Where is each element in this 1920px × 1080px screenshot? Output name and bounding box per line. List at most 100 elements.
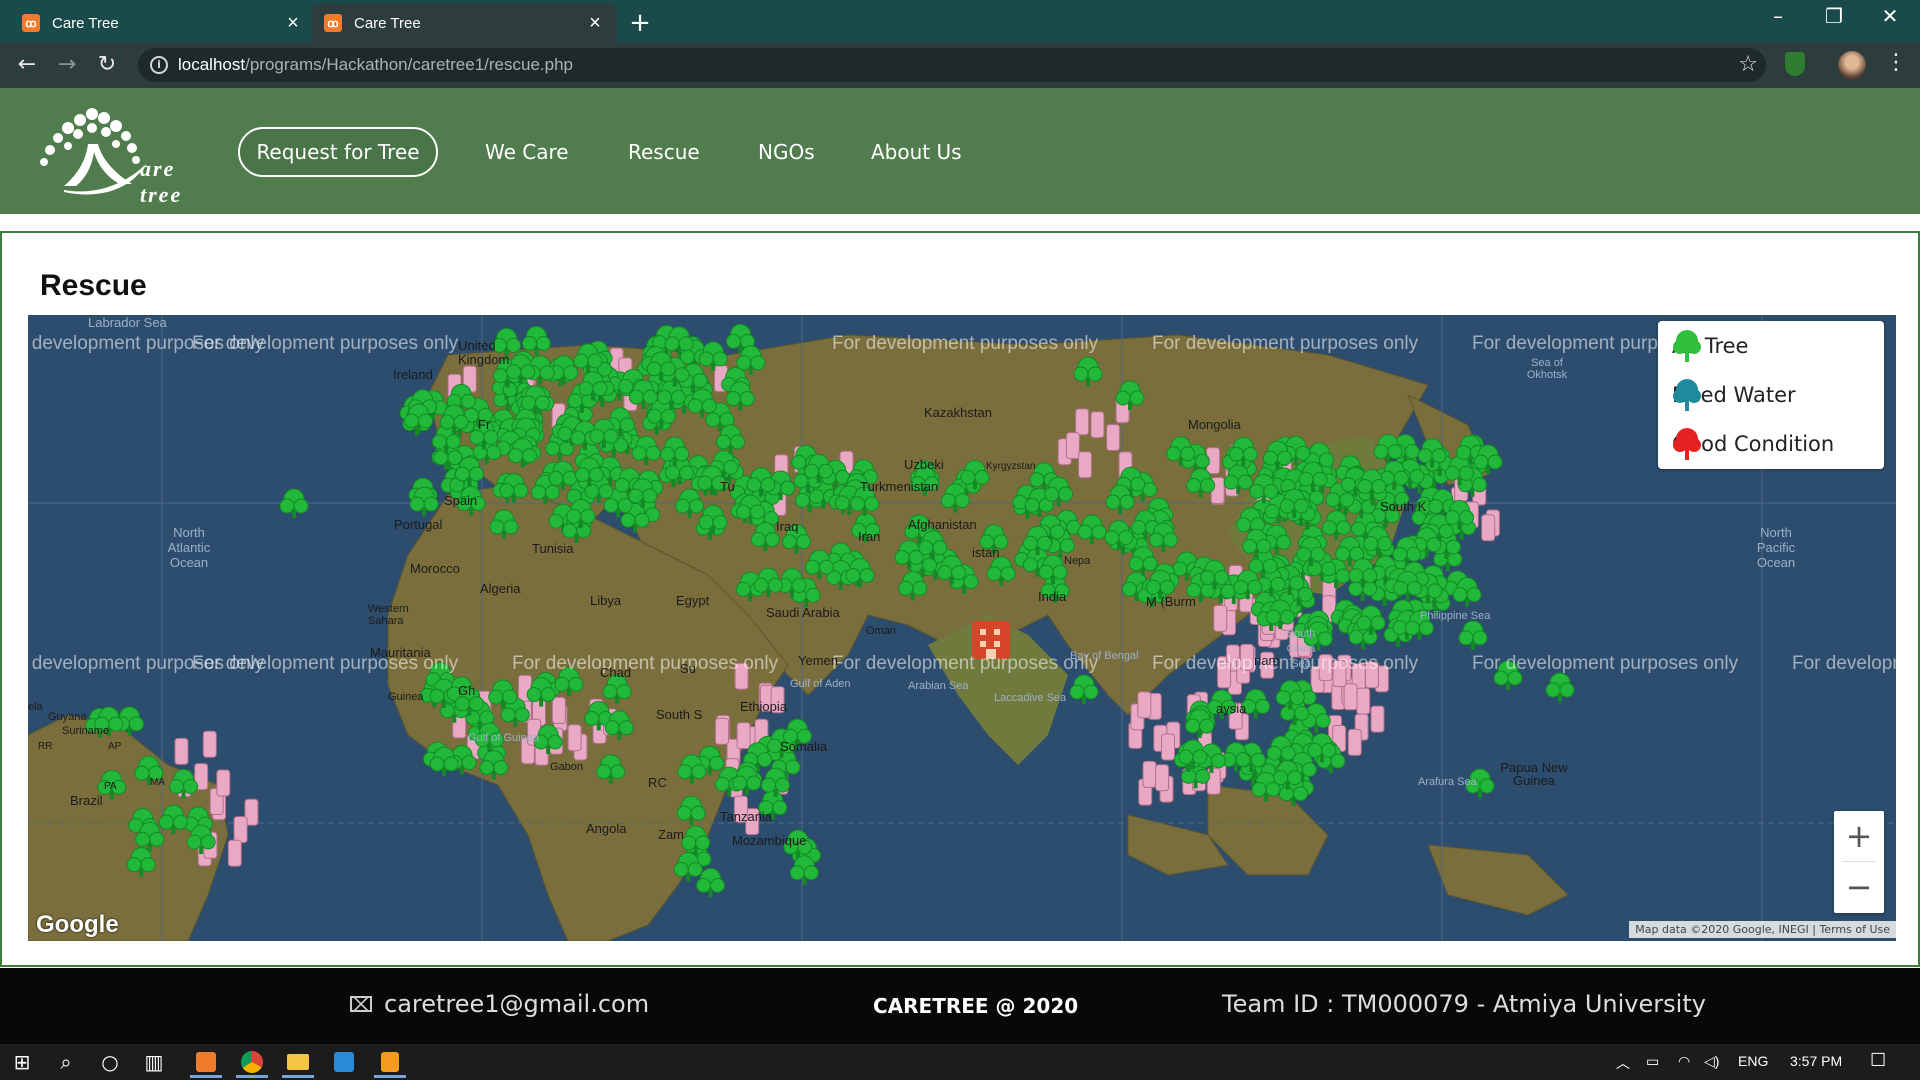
tree-request-marker[interactable] <box>1213 604 1228 632</box>
close-icon[interactable]: × <box>283 12 303 35</box>
tree-request-marker[interactable] <box>1356 687 1371 715</box>
map-watermark: For development purposes only <box>1152 333 1419 354</box>
chrome-taskbar-icon[interactable] <box>236 1048 268 1078</box>
tree-request-marker[interactable] <box>1155 764 1170 792</box>
map-label: Gulf of Aden <box>790 678 851 690</box>
browser-tab-active[interactable]: ꝏ Care Tree × <box>312 4 617 42</box>
map-label: Kazakhstan <box>924 405 992 420</box>
footer-email[interactable]: caretree1@gmail.com <box>350 990 649 1018</box>
extension-shield-icon[interactable] <box>1785 52 1805 76</box>
task-view-icon[interactable]: ▥ <box>140 1048 168 1076</box>
profile-avatar[interactable] <box>1838 51 1866 79</box>
volume-icon[interactable]: ◁) <box>1704 1053 1719 1070</box>
map-label: Chad <box>600 665 632 680</box>
map-label: Philippine Sea <box>1420 610 1491 622</box>
tree-request-marker[interactable] <box>736 722 751 750</box>
bookmark-star-icon[interactable]: ☆ <box>1738 52 1758 77</box>
tree-request-marker[interactable] <box>1065 432 1080 460</box>
tree-request-marker[interactable] <box>1481 514 1496 542</box>
map-label: Papua New Guinea <box>1500 760 1568 788</box>
wifi-icon[interactable]: ◠ <box>1678 1053 1690 1070</box>
map-label: PA <box>104 781 117 792</box>
zoom-out-button[interactable]: − <box>1834 862 1884 912</box>
logo-text: are tree <box>140 156 183 207</box>
request-for-tree-button[interactable]: Request for Tree <box>238 127 438 177</box>
close-icon[interactable]: × <box>585 12 605 35</box>
restore-icon[interactable]: ❐ <box>1814 4 1854 28</box>
zoom-in-button[interactable]: + <box>1834 811 1884 861</box>
map-label: Su <box>680 661 696 676</box>
tree-request-marker[interactable] <box>174 737 189 765</box>
browser-tab[interactable]: ꝏ Care Tree × <box>10 4 315 42</box>
tree-request-marker[interactable] <box>1347 728 1362 756</box>
reload-icon[interactable]: ↻ <box>92 50 122 80</box>
map-data-text: Map data ©2020 Google, INEGI <box>1635 923 1809 936</box>
tree-request-marker[interactable] <box>227 839 242 867</box>
tree-request-marker[interactable] <box>1343 683 1358 711</box>
tree-request-marker[interactable] <box>1142 760 1157 788</box>
tree-request-marker[interactable] <box>551 696 566 724</box>
care-tree-logo[interactable]: are tree <box>28 104 218 207</box>
map-label: Uzbeki <box>904 457 944 472</box>
legend-need-water[interactable]: Need Water <box>1672 378 1796 412</box>
tree-request-marker[interactable] <box>567 724 582 752</box>
map-legend: All Tree Need Water Good Condition <box>1658 321 1884 469</box>
tree-request-marker[interactable] <box>202 730 217 758</box>
tree-request-marker[interactable] <box>714 717 729 745</box>
menu-kebab-icon[interactable]: ⋮ <box>1885 50 1907 75</box>
tree-request-marker[interactable] <box>1106 424 1121 452</box>
tree-request-marker[interactable] <box>1206 767 1221 795</box>
nav-ngos[interactable]: NGOs <box>758 140 815 164</box>
info-icon[interactable]: i <box>150 56 168 74</box>
tree-request-marker[interactable] <box>1137 691 1152 719</box>
google-logo: Google <box>36 911 119 938</box>
tree-request-marker[interactable] <box>1075 408 1090 436</box>
nav-about-us[interactable]: About Us <box>871 140 962 164</box>
tree-request-marker[interactable] <box>1078 451 1093 479</box>
map-label: Portugal <box>394 517 443 532</box>
legend-good-condition[interactable]: Good Condition <box>1672 427 1834 461</box>
battery-icon[interactable]: ▭ <box>1646 1053 1659 1070</box>
windows-taskbar: ⊞ ⌕ ○ ▥ ︿ ▭ ◠ ◁) ENG 3:57 PM ☐ <box>0 1044 1920 1080</box>
minimize-icon[interactable]: – <box>1758 4 1798 28</box>
nav-rescue[interactable]: Rescue <box>628 140 700 164</box>
search-icon[interactable]: ⌕ <box>52 1048 80 1076</box>
map-label: Ethiopia <box>740 699 787 714</box>
tree-request-marker[interactable] <box>1370 705 1385 733</box>
new-tab-button[interactable]: + <box>625 8 655 38</box>
notification-icon[interactable]: ☐ <box>1870 1050 1886 1071</box>
map-label: ela <box>28 701 43 713</box>
map-label: Western Sahara <box>368 603 409 627</box>
forward-icon[interactable]: → <box>52 50 82 80</box>
back-icon[interactable]: ← <box>12 50 42 80</box>
vscode-taskbar-icon[interactable] <box>328 1048 360 1078</box>
terms-of-use-link[interactable]: Terms of Use <box>1819 923 1890 936</box>
window-close-icon[interactable]: ✕ <box>1870 4 1910 28</box>
cortana-icon[interactable]: ○ <box>96 1048 124 1076</box>
map-label: Guyana <box>48 711 87 723</box>
xampp-taskbar-icon[interactable] <box>190 1048 222 1078</box>
tree-request-marker[interactable] <box>1161 733 1176 761</box>
legend-all-tree[interactable]: All Tree <box>1672 329 1748 363</box>
url-text[interactable]: localhost/programs/Hackathon/caretree1/r… <box>178 55 573 75</box>
language-indicator[interactable]: ENG <box>1738 1053 1768 1069</box>
sublime-taskbar-icon[interactable] <box>374 1048 406 1078</box>
tree-request-marker[interactable] <box>1090 411 1105 439</box>
rescue-map[interactable]: For development purposes only For develo… <box>28 315 1896 941</box>
map-label: aysia <box>1216 701 1247 716</box>
nav-we-care[interactable]: We Care <box>485 140 569 164</box>
file-explorer-taskbar-icon[interactable] <box>282 1048 314 1078</box>
map-label: Gulf of Guinea <box>468 732 539 744</box>
map-label: Iran <box>858 529 881 544</box>
map-watermark: For development purposes only <box>512 653 779 674</box>
tree-request-marker[interactable] <box>216 769 231 797</box>
tree-icon-red <box>1673 428 1701 460</box>
windows-start-icon[interactable]: ⊞ <box>8 1048 36 1076</box>
tree-request-marker[interactable] <box>233 816 248 844</box>
clock[interactable]: 3:57 PM <box>1790 1053 1842 1069</box>
map-label: MA <box>150 777 165 788</box>
map-label: Gabon <box>550 761 584 773</box>
tray-chevron-icon[interactable]: ︿ <box>1616 1053 1630 1073</box>
address-bar[interactable]: i localhost/programs/Hackathon/caretree1… <box>138 48 1766 82</box>
map-label: Arabian Sea <box>908 680 969 692</box>
